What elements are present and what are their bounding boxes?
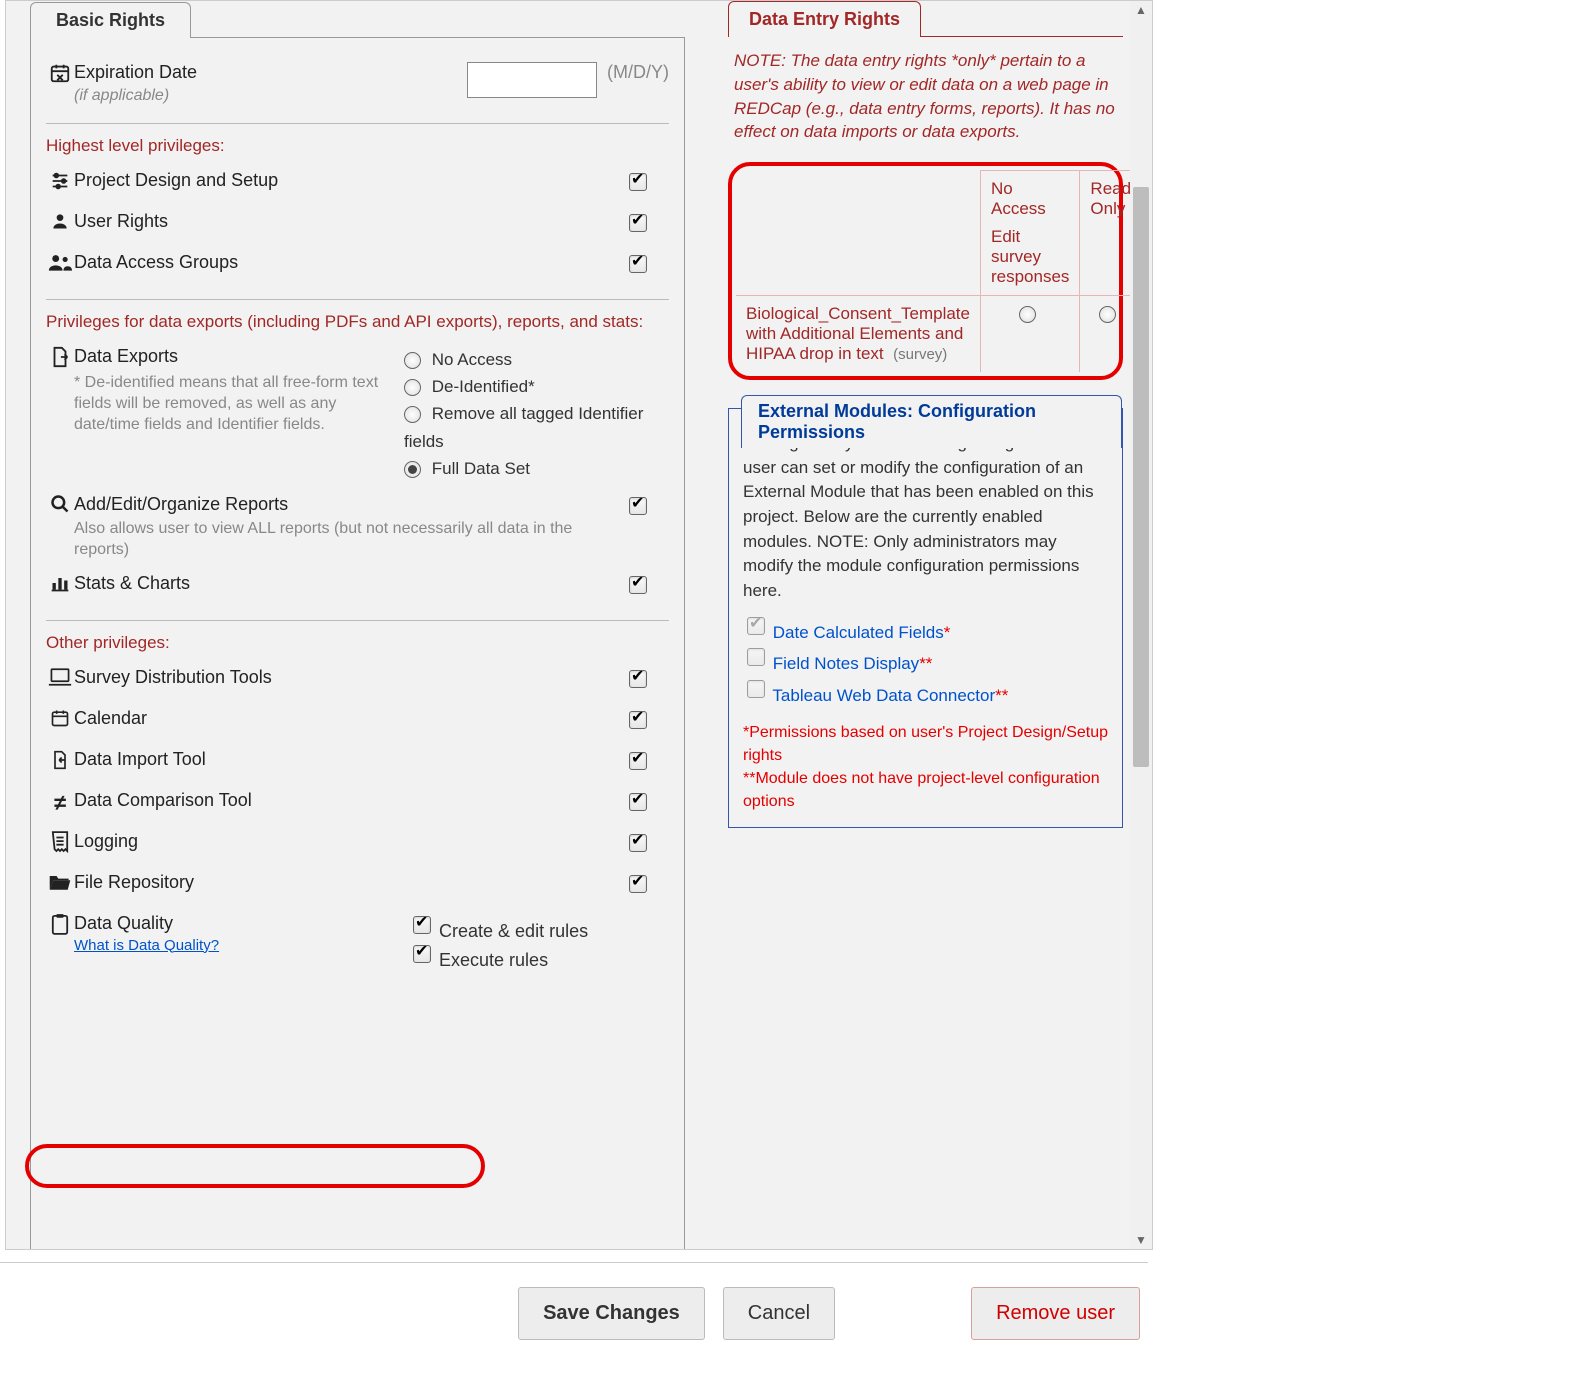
expiration-sublabel: (if applicable): [74, 87, 457, 105]
dq-exec-checkbox[interactable]: [413, 945, 431, 963]
export-option-full[interactable]: Full Data Set: [404, 455, 669, 482]
priv-userrights-checkbox[interactable]: [629, 214, 647, 232]
scroll-thumb[interactable]: [1133, 187, 1149, 767]
stats-checkbox[interactable]: [629, 576, 647, 594]
priv-design-label: Project Design and Setup: [74, 170, 625, 191]
priv-dag-label: Data Access Groups: [74, 252, 625, 273]
data-entry-rights-pane: Data Entry Rights NOTE: The data entry r…: [728, 1, 1123, 828]
search-icon: [46, 494, 74, 514]
mod-twc-checkbox: [747, 680, 765, 698]
scroll-down-arrow[interactable]: ▼: [1130, 1231, 1152, 1249]
section-highest-label: Highest level privileges:: [46, 136, 669, 156]
file-export-icon: [46, 346, 74, 368]
compare-checkbox[interactable]: [629, 793, 647, 811]
export-option-none[interactable]: No Access: [404, 346, 669, 373]
reports-label: Add/Edit/Organize Reports: [74, 494, 288, 514]
mod-twc-link[interactable]: Tableau Web Data Connector: [772, 686, 995, 705]
export-option-remove[interactable]: Remove all tagged Identifier fields: [404, 400, 669, 454]
export-option-deid[interactable]: De-Identified*: [404, 373, 669, 400]
col-edit-survey: Edit survey responses: [991, 227, 1069, 287]
user-rights-dialog: Basic Rights Expiration Date (if applica…: [5, 0, 1153, 1250]
basic-rights-pane: Basic Rights Expiration Date (if applica…: [30, 2, 700, 1250]
mod-fnd-checkbox: [747, 648, 765, 666]
expiration-hint: (M/D/Y): [607, 62, 669, 83]
form-readonly-radio[interactable]: [1099, 306, 1116, 323]
clipboard-icon: [46, 913, 74, 935]
ext-footnote-1: *Permissions based on user's Project Des…: [743, 721, 1108, 767]
file-import-icon: [46, 749, 74, 771]
external-modules-title: External Modules: Configuration Permissi…: [741, 395, 1122, 448]
expiration-input[interactable]: [467, 62, 597, 98]
dq-create-label: Create & edit rules: [439, 921, 588, 941]
mod-dcf-link[interactable]: Date Calculated Fields: [773, 623, 944, 642]
bar-chart-icon: [46, 573, 74, 593]
scroll-up-arrow[interactable]: ▲: [1130, 1, 1152, 19]
form-survey-tag: (survey): [893, 346, 947, 363]
form-no-access-radio[interactable]: [1019, 306, 1036, 323]
mod-dcf-checkbox: [747, 617, 765, 635]
reports-checkbox[interactable]: [629, 497, 647, 515]
save-button[interactable]: Save Changes: [518, 1287, 705, 1340]
data-entry-rights-tab[interactable]: Data Entry Rights: [728, 1, 921, 37]
import-checkbox[interactable]: [629, 752, 647, 770]
dq-label: Data Quality: [74, 913, 173, 933]
cancel-button[interactable]: Cancel: [723, 1287, 835, 1340]
data-entry-table-highlight: No Access Edit survey responses Read Onl…: [728, 162, 1123, 380]
external-modules-box: External Modules: Configuration Permissi…: [728, 408, 1123, 828]
calendar-checkbox[interactable]: [629, 711, 647, 729]
folder-open-icon: [46, 872, 74, 892]
filerepo-label: File Repository: [74, 872, 625, 893]
dq-help-link[interactable]: What is Data Quality?: [74, 937, 219, 954]
col-no-access: No Access: [991, 179, 1069, 219]
priv-userrights-label: User Rights: [74, 211, 625, 232]
compare-label: Data Comparison Tool: [74, 790, 625, 811]
data-entry-note: NOTE: The data entry rights *only* perta…: [728, 47, 1123, 154]
dialog-scrollbar[interactable]: ▲ ▼: [1130, 1, 1152, 1249]
calendar-icon: [46, 708, 74, 728]
expiration-label: Expiration Date: [74, 62, 197, 82]
sliders-icon: [46, 170, 74, 192]
ext-footnote-2: **Module does not have project-level con…: [743, 767, 1108, 813]
priv-design-checkbox[interactable]: [629, 173, 647, 191]
exports-label: Data Exports: [74, 346, 178, 366]
form-row: Biological_Consent_Template with Additio…: [736, 296, 1153, 373]
reports-note: Also allows user to view ALL reports (bu…: [74, 519, 615, 561]
logging-label: Logging: [74, 831, 625, 852]
filerepo-checkbox[interactable]: [629, 875, 647, 893]
person-icon: [46, 211, 74, 231]
logging-checkbox[interactable]: [629, 834, 647, 852]
data-entry-table: No Access Edit survey responses Read Onl…: [736, 170, 1153, 372]
import-label: Data Import Tool: [74, 749, 625, 770]
remove-user-button[interactable]: Remove user: [971, 1287, 1140, 1340]
exports-note: * De-identified means that all free-form…: [74, 373, 394, 435]
mod-fnd-link[interactable]: Field Notes Display: [773, 654, 919, 673]
dq-exec-label: Execute rules: [439, 950, 548, 970]
stats-label: Stats & Charts: [74, 573, 625, 594]
laptop-icon: [46, 667, 74, 687]
basic-rights-tab[interactable]: Basic Rights: [30, 2, 191, 38]
people-icon: [46, 252, 74, 272]
dq-create-checkbox[interactable]: [413, 916, 431, 934]
survey-dist-label: Survey Distribution Tools: [74, 667, 625, 688]
section-other-label: Other privileges:: [46, 633, 669, 653]
section-export-label: Privileges for data exports (including P…: [46, 312, 669, 332]
not-equal-icon: ≠: [46, 790, 74, 816]
calendar-x-icon: [46, 62, 74, 84]
receipt-icon: [46, 831, 74, 853]
dialog-footer: Save Changes Cancel Remove user: [0, 1262, 1148, 1364]
external-modules-body: Privileges may be defined regarding whet…: [743, 431, 1108, 603]
calendar-label: Calendar: [74, 708, 625, 729]
survey-dist-checkbox[interactable]: [629, 670, 647, 688]
priv-dag-checkbox[interactable]: [629, 255, 647, 273]
